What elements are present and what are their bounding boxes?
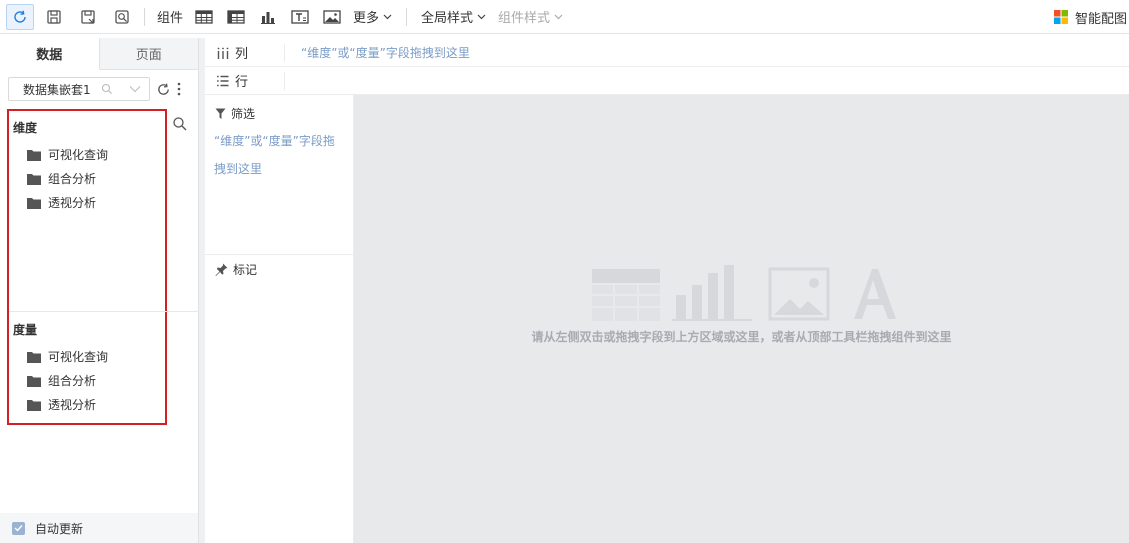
more-options-icon[interactable]: [177, 82, 181, 96]
preview-button[interactable]: [108, 4, 136, 30]
filter-marks-panel: 筛选 “维度”或“度量”字段拖拽到这里 标记: [205, 95, 354, 543]
data-panel: 数据 页面 数据集嵌套1 维度 可视化查询 组合分析 透视分析 度量 可视化查询…: [0, 38, 199, 543]
folder-icon: [27, 375, 41, 387]
rows-label: 行: [235, 75, 249, 90]
canvas-placeholder-text: 请从左侧双击或拖拽字段到上方区域或这里，或者从顶部工具栏拖拽组件到这里: [531, 330, 952, 344]
marks-title[interactable]: 标记: [215, 261, 257, 278]
filter-title: 筛选: [215, 105, 255, 122]
pin-icon: [215, 263, 228, 276]
placeholder-image-icon: [768, 267, 830, 321]
crosstab-component-button[interactable]: [221, 4, 251, 30]
folder-icon: [27, 399, 41, 411]
more-dropdown[interactable]: 更多: [347, 7, 398, 26]
table-icon: [195, 9, 213, 24]
dimension-title: 维度: [13, 121, 38, 135]
more-label: 更多: [353, 11, 380, 26]
columns-icon: [217, 47, 229, 59]
bar-chart-icon: [261, 11, 276, 24]
folder-label: 可视化查询: [48, 350, 109, 364]
report-canvas[interactable]: 请从左侧双击或拖拽字段到上方区域或这里，或者从顶部工具栏拖拽组件到这里: [354, 95, 1129, 543]
refresh-button[interactable]: [6, 3, 34, 30]
chart-component-button[interactable]: [253, 4, 283, 30]
auto-update-toggle[interactable]: 自动更新: [0, 513, 198, 543]
save-as-button[interactable]: [74, 4, 102, 30]
search-icon[interactable]: [101, 83, 113, 95]
table-component-button[interactable]: [189, 4, 219, 30]
rows-icon: [217, 75, 229, 86]
component-style-dropdown[interactable]: 组件样式: [492, 7, 569, 26]
filter-icon: [215, 108, 226, 119]
save-button[interactable]: [40, 4, 68, 30]
dimension-folder-item[interactable]: 可视化查询: [27, 146, 108, 163]
smart-chart-label: 智能配图: [1074, 11, 1127, 27]
measure-folder-item[interactable]: 组合分析: [27, 372, 96, 389]
refresh-dataset-icon[interactable]: [156, 82, 171, 97]
crosstab-icon: [227, 9, 245, 24]
dimension-folder-item[interactable]: 组合分析: [27, 170, 96, 187]
image-icon: [323, 9, 341, 24]
chevron-down-icon[interactable]: [129, 84, 141, 94]
refresh-icon: [14, 10, 26, 23]
toolbar-separator: [144, 7, 145, 26]
dataset-row: 数据集嵌套1: [8, 76, 193, 102]
placeholder-table-icon: [592, 269, 660, 321]
dimension-folder-item[interactable]: 透视分析: [27, 194, 96, 211]
panel-tabs: 数据 页面: [0, 38, 198, 70]
toolbar: 组件 更多 全局样式 组件样式 智能配图: [0, 0, 1129, 34]
placeholder-illustration: [592, 265, 896, 321]
filter-drop-hint[interactable]: “维度”或“度量”字段拖拽到这里: [214, 127, 342, 183]
section-divider: [9, 311, 199, 312]
marks-label: 标记: [233, 263, 258, 277]
measure-title: 度量: [13, 323, 38, 337]
folder-icon: [27, 197, 41, 209]
component-style-label: 组件样式: [498, 11, 551, 26]
measure-folder-item[interactable]: 可视化查询: [27, 348, 108, 365]
tab-page[interactable]: 页面: [99, 38, 198, 70]
folder-label: 组合分析: [48, 172, 97, 186]
folder-label: 组合分析: [48, 374, 97, 388]
text-component-button[interactable]: [285, 4, 315, 30]
field-tree: 维度 可视化查询 组合分析 透视分析 度量 可视化查询 组合分析 透视分析: [7, 109, 199, 425]
global-style-dropdown[interactable]: 全局样式: [415, 7, 492, 26]
chevron-down-icon: [383, 14, 392, 19]
folder-label: 透视分析: [48, 196, 97, 210]
folder-icon: [27, 351, 41, 363]
tab-data[interactable]: 数据: [0, 38, 100, 70]
field-search-icon[interactable]: [172, 116, 188, 132]
chevron-down-icon: [477, 14, 486, 19]
global-style-label: 全局样式: [421, 11, 474, 26]
preview-icon: [115, 9, 129, 24]
folder-icon: [27, 149, 41, 161]
check-icon: [14, 525, 23, 532]
placeholder-text-icon: [854, 269, 896, 319]
auto-update-checkbox[interactable]: [12, 521, 25, 535]
save-icon: [47, 9, 61, 24]
columns-drop-hint: “维度”或“度量”字段拖拽到这里: [301, 46, 470, 60]
folder-label: 可视化查询: [48, 148, 109, 162]
dataset-select[interactable]: 数据集嵌套1: [8, 77, 150, 101]
image-component-button[interactable]: [317, 4, 347, 30]
chevron-down-icon: [554, 14, 563, 19]
columns-shelf[interactable]: 列 “维度”或“度量”字段拖拽到这里: [205, 39, 1129, 67]
columns-label: 列: [235, 47, 249, 62]
save-as-icon: [81, 9, 95, 24]
smart-chart-button[interactable]: 智能配图: [1053, 0, 1127, 34]
columns-shelf-label: 列: [205, 43, 285, 62]
folder-icon: [27, 173, 41, 185]
rows-shelf-label: 行: [205, 71, 285, 90]
placeholder-bar-chart-icon: [672, 265, 752, 321]
panel-divider: [205, 254, 353, 255]
smart-chart-icon: [1053, 10, 1068, 24]
measure-folder-item[interactable]: 透视分析: [27, 396, 96, 413]
dataset-value: 数据集嵌套1: [23, 82, 91, 97]
filter-label: 筛选: [231, 107, 256, 121]
toolbar-separator: [406, 7, 408, 26]
folder-label: 透视分析: [48, 398, 97, 412]
component-label: 组件: [157, 11, 184, 26]
rows-shelf[interactable]: 行: [205, 67, 1129, 95]
text-box-icon: [291, 9, 309, 24]
auto-update-label: 自动更新: [35, 521, 84, 536]
